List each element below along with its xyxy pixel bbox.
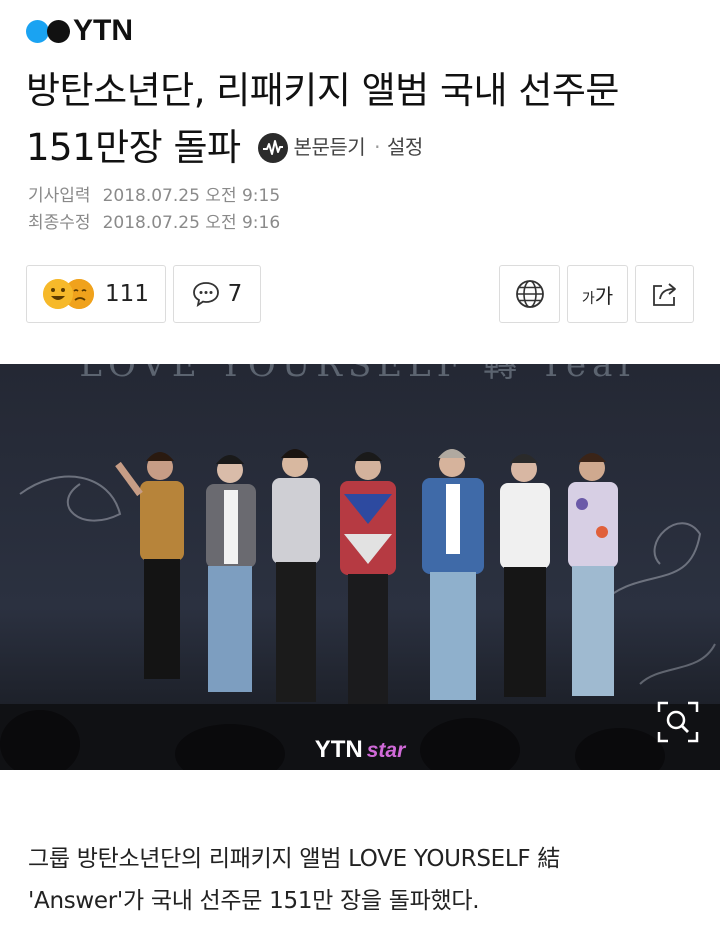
published-row: 기사입력 2018.07.25 오전 9:15 <box>28 183 280 210</box>
member-5 <box>422 449 484 700</box>
settings-link[interactable]: 설정 <box>387 119 423 176</box>
article-meta: 기사입력 2018.07.25 오전 9:15 최종수정 2018.07.25 오전… <box>28 183 280 237</box>
article-headline: 방탄소년단, 리패키지 앨범 국내 선주문 151만장 돌파 본문듣기 · 설정 <box>26 62 706 176</box>
watermark-star: star <box>366 739 406 762</box>
watermark-ytn: YTN <box>314 736 363 763</box>
article-photo[interactable]: LOVE YOURSELF 轉 Tear YTN star <box>0 364 720 770</box>
reaction-button[interactable]: 111 <box>26 265 166 323</box>
comment-count: 7 <box>227 281 243 307</box>
comment-button[interactable]: 7 <box>173 265 261 323</box>
member-2 <box>206 455 256 692</box>
photo-watermark: YTN star <box>0 736 720 764</box>
bts-group-photo: LOVE YOURSELF 轉 Tear <box>0 364 720 770</box>
font-size-small-glyph: 가 <box>581 290 595 307</box>
logo-black-dot <box>47 19 70 43</box>
font-size-label: 가가 <box>582 280 613 309</box>
article-line-2: 'Answer'가 국내 선주문 151만 장을 돌파했다. <box>28 888 480 914</box>
updated-label: 최종수정 <box>28 213 91 233</box>
audio-wave-icon[interactable] <box>257 132 289 164</box>
logo-text: YTN <box>73 14 133 47</box>
comment-bubble-icon <box>192 282 219 307</box>
globe-icon <box>515 280 544 308</box>
ytn-logo[interactable]: YTN <box>26 16 133 46</box>
listen-controls: 본문듣기 · 설정 <box>257 119 423 176</box>
share-button[interactable] <box>635 265 694 323</box>
translate-button[interactable] <box>499 265 560 323</box>
stage-banner: LOVE YOURSELF 轉 Tear <box>79 364 640 385</box>
share-icon <box>652 283 676 306</box>
member-4 <box>340 452 396 704</box>
published-time: 2018.07.25 오전 9:15 <box>102 186 281 206</box>
member-6 <box>500 454 550 697</box>
member-7 <box>568 453 618 696</box>
listen-separator: · <box>374 135 381 159</box>
logo-blue-dot <box>26 19 49 43</box>
headline-line-1: 방탄소년단, 리패키지 앨범 국내 선주문 <box>26 69 619 112</box>
article-line-1: 그룹 방탄소년단의 리패키지 앨범 LOVE YOURSELF 結 <box>28 846 561 872</box>
font-size-button[interactable]: 가가 <box>567 265 628 323</box>
article-body: 그룹 방탄소년단의 리패키지 앨범 LOVE YOURSELF 結 'Answe… <box>28 838 694 922</box>
updated-time: 2018.07.25 오전 9:16 <box>102 213 281 233</box>
font-size-large-glyph: 가 <box>594 283 614 308</box>
headline-line-2: 151만장 돌파 <box>26 126 241 169</box>
listen-button[interactable]: 본문듣기 <box>294 119 366 176</box>
reaction-count: 111 <box>105 281 149 307</box>
reaction-faces <box>43 277 97 311</box>
zoom-icon[interactable] <box>656 700 700 744</box>
member-3 <box>272 449 320 702</box>
updated-row: 최종수정 2018.07.25 오전 9:16 <box>28 210 280 237</box>
smile-face-icon <box>43 279 74 309</box>
published-label: 기사입력 <box>28 186 91 206</box>
